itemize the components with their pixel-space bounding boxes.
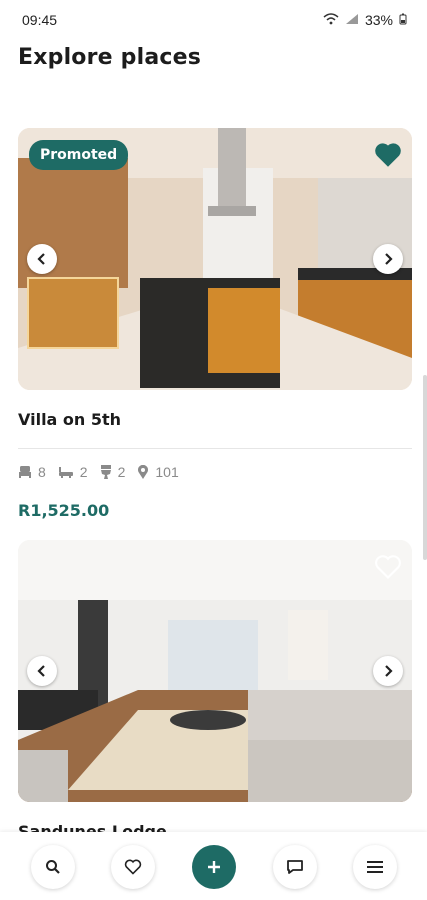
- listing-card[interactable]: Promoted Villa on 5th 8 2 2 101 R1,525.0…: [18, 128, 412, 520]
- bottom-nav: [0, 832, 427, 900]
- signal-icon: [345, 13, 359, 28]
- bedrooms-count: 8: [38, 464, 46, 480]
- listing-name[interactable]: Villa on 5th: [18, 410, 121, 429]
- status-icons: 33%: [323, 12, 407, 28]
- toilet-icon: [100, 465, 111, 479]
- location-pin-icon: [138, 465, 149, 479]
- wifi-icon: [323, 12, 339, 28]
- plus-icon[interactable]: [192, 845, 236, 889]
- toilets-count: 2: [117, 464, 126, 480]
- listing-image[interactable]: Promoted: [18, 128, 412, 390]
- chat-icon[interactable]: [273, 845, 317, 889]
- chevron-right-icon[interactable]: [373, 244, 403, 274]
- feature-toilets: 2: [100, 464, 126, 480]
- page-title: Explore places: [18, 45, 202, 70]
- menu-icon[interactable]: [353, 845, 397, 889]
- search-icon[interactable]: [31, 845, 75, 889]
- listing-image[interactable]: [18, 540, 412, 802]
- chevron-left-icon[interactable]: [27, 244, 57, 274]
- promoted-badge: Promoted: [29, 140, 129, 170]
- heart-icon[interactable]: [374, 142, 402, 168]
- status-bar: 09:45 33%: [0, 0, 427, 40]
- status-time: 09:45: [22, 12, 58, 28]
- feature-location: 101: [137, 464, 179, 480]
- scrollbar[interactable]: [423, 375, 427, 560]
- bathrooms-count: 2: [79, 464, 88, 480]
- battery-icon: [399, 13, 407, 28]
- listing-price: R1,525.00: [18, 501, 110, 520]
- chevron-left-icon[interactable]: [27, 656, 57, 686]
- listing-card[interactable]: Sandunes Lodge: [18, 540, 412, 841]
- battery-text: 33%: [364, 12, 393, 28]
- bath-icon: [58, 467, 73, 478]
- feature-bathrooms: 2: [58, 464, 88, 480]
- heart-icon[interactable]: [374, 554, 402, 580]
- divider: [18, 448, 412, 449]
- heart-icon[interactable]: [111, 845, 155, 889]
- feature-bedrooms: 8: [18, 464, 46, 480]
- location-value: 101: [155, 464, 179, 480]
- listing-features: 8 2 2 101: [18, 464, 191, 480]
- chevron-right-icon[interactable]: [373, 656, 403, 686]
- bed-icon: [19, 466, 31, 478]
